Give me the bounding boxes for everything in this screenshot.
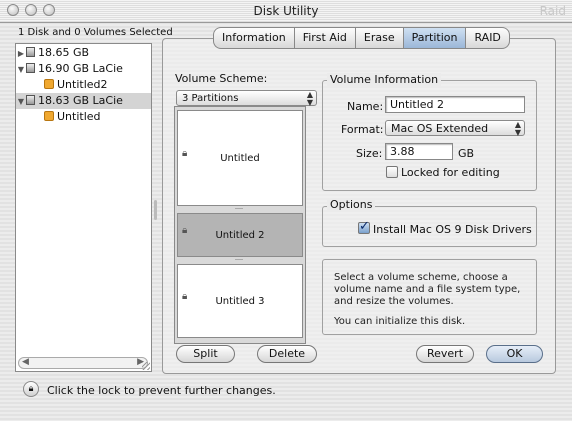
hard-disk-icon [26, 63, 35, 73]
disk-label: 18.65 GB [38, 46, 90, 59]
volume-scheme-value: 3 Partitions [182, 93, 239, 104]
partition-label: Untitled 2 [215, 230, 265, 241]
disk-label: 16.90 GB LaCie [38, 62, 123, 75]
tab-first-aid[interactable]: First Aid [293, 27, 355, 49]
disk-item[interactable]: ▶ 18.65 GB [16, 45, 151, 61]
delete-button[interactable]: Delete [257, 345, 317, 363]
partition-block[interactable]: Untitled 🔒︎ [177, 110, 303, 206]
ok-button[interactable]: OK [486, 345, 543, 363]
name-label: Name: [347, 100, 384, 113]
split-view-handle[interactable] [154, 200, 157, 220]
tab-erase[interactable]: Erase [354, 27, 403, 49]
size-unit: GB [458, 147, 475, 160]
format-popup[interactable]: Mac OS Extended ▲ ▼ [385, 120, 525, 137]
locked-label: Locked for editing [401, 166, 500, 179]
format-label: Format: [341, 123, 384, 136]
disclosure-triangle-icon[interactable]: ▼ [16, 62, 26, 78]
revert-button[interactable]: Revert [416, 345, 474, 363]
locked-checkbox[interactable] [386, 166, 398, 178]
tab-raid[interactable]: RAID [465, 27, 510, 49]
help-text: Select a volume scheme, choose a volume … [334, 272, 530, 336]
install-drivers-checkbox[interactable] [358, 219, 370, 234]
volume-scheme-popup[interactable]: 3 Partitions ▲ ▼ [176, 90, 317, 107]
hard-disk-icon [26, 95, 35, 105]
volume-scheme-label: Volume Scheme: [175, 72, 268, 85]
disk-list[interactable]: ▶ 18.65 GB ▼ 16.90 GB LaCie Untitled2 ▼ 18.… [15, 43, 152, 372]
lock-status-text: Click the lock to prevent further change… [47, 384, 276, 397]
volume-scheme-map[interactable]: Untitled 🔒︎ Untitled 2 🔒︎ Untitled 3 🔒︎ [174, 106, 306, 344]
resize-grip-icon[interactable] [142, 362, 150, 370]
help-instructions: Select a volume scheme, choose a volume … [334, 272, 521, 307]
tab-bar: Information First Aid Erase Partition RA… [213, 27, 510, 49]
disk-item[interactable]: ▼ 16.90 GB LaCie [16, 61, 151, 77]
disclosure-triangle-icon[interactable]: ▶ [16, 46, 26, 62]
lock-icon: 🔒︎ [182, 291, 188, 302]
horizontal-scrollbar[interactable]: ◀ ▶ [18, 357, 148, 369]
disk-label: 18.63 GB LaCie [38, 94, 123, 107]
volume-icon [44, 79, 54, 89]
popup-arrows-icon: ▲ ▼ [514, 120, 521, 137]
volume-icon [44, 111, 54, 121]
install-drivers-label: Install Mac OS 9 Disk Drivers [373, 223, 532, 236]
volume-item[interactable]: Untitled [16, 109, 151, 125]
tab-partition[interactable]: Partition [402, 27, 466, 49]
disclosure-triangle-icon[interactable]: ▼ [16, 94, 26, 110]
partition-label: Untitled [220, 153, 260, 164]
lock-icon: 🔒︎ [182, 148, 188, 159]
lock-icon: 🔒︎ [182, 225, 188, 236]
popup-arrows-icon: ▲ ▼ [306, 90, 313, 107]
partition-block[interactable]: Untitled 3 🔒︎ [177, 264, 303, 338]
format-value: Mac OS Extended [391, 122, 489, 135]
scroll-left-arrow-icon[interactable]: ◀ [22, 357, 29, 367]
selection-info: 1 Disk and 0 Volumes Selected [18, 27, 173, 38]
background-window-title: Raid [539, 4, 566, 18]
help-initialize: You can initialize this disk. [334, 316, 466, 327]
volume-label: Untitled2 [57, 78, 108, 91]
options-title: Options [327, 198, 376, 211]
hard-disk-icon [26, 47, 35, 57]
padlock-icon: 🔒︎ [28, 384, 34, 394]
window-title: Disk Utility [253, 4, 319, 18]
volume-label: Untitled [57, 110, 101, 123]
tab-information[interactable]: Information [213, 27, 294, 49]
size-label: Size: [356, 147, 383, 160]
title-bar: Disk Utility Raid [0, 0, 572, 23]
partition-block-selected[interactable]: Untitled 2 🔒︎ [177, 213, 303, 257]
lock-button[interactable]: 🔒︎ [23, 381, 39, 397]
name-field[interactable]: Untitled 2 [385, 96, 525, 113]
volume-information-title: Volume Information [327, 73, 442, 86]
volume-item[interactable]: Untitled2 [16, 77, 151, 93]
size-field[interactable]: 3.88 [385, 143, 453, 160]
partition-label: Untitled 3 [215, 296, 265, 307]
disk-item-selected[interactable]: ▼ 18.63 GB LaCie [16, 93, 151, 109]
disk-utility-window: Disk Utility Raid 1 Disk and 0 Volumes S… [0, 0, 572, 421]
split-button[interactable]: Split [176, 345, 235, 363]
